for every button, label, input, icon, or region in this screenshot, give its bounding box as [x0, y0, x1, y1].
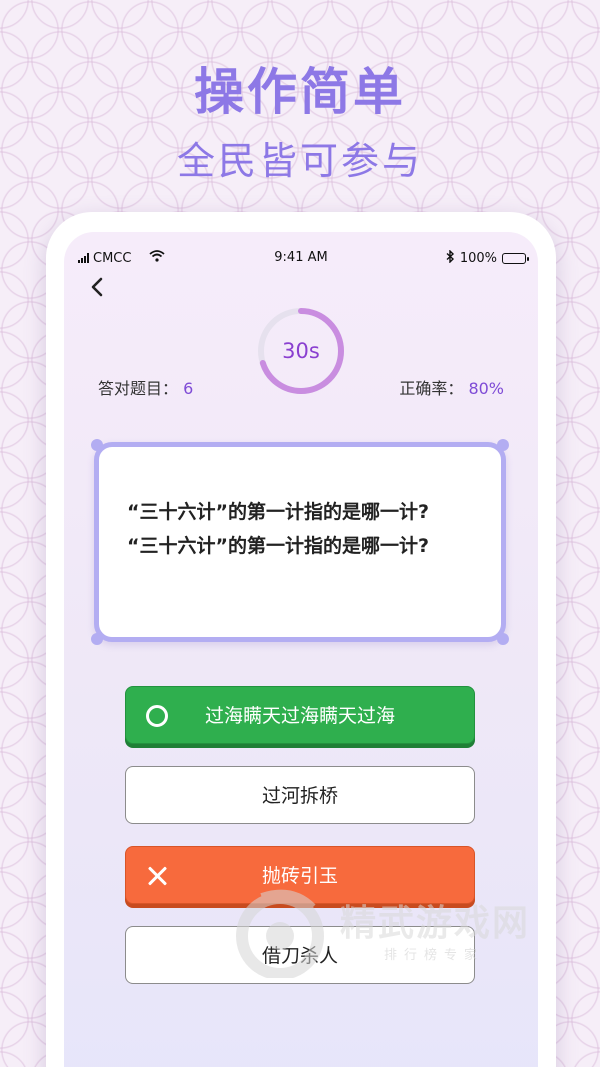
circle-icon: [146, 705, 168, 727]
answer-option[interactable]: 过河拆桥: [125, 766, 475, 824]
battery-icon: [502, 253, 529, 264]
accuracy-stat: 正确率： 80%: [399, 375, 504, 399]
correct-count-value: 6: [183, 379, 194, 398]
watermark-title: 精武游戏网: [340, 903, 531, 944]
status-bar: CMCC 9:41 AM 100%: [64, 249, 538, 270]
watermark: 精武游戏网 排行榜专家: [232, 884, 592, 984]
countdown-timer: 30s: [256, 306, 346, 396]
timer-label: 30s: [282, 339, 320, 363]
answer-option-label: 过海瞒天过海瞒天过海: [204, 705, 395, 727]
promo-subheadline: 全民皆可参与: [176, 139, 423, 183]
x-icon: [146, 865, 168, 887]
accuracy-label: 正确率：: [399, 379, 464, 398]
answer-option-label: 过河拆桥: [261, 785, 338, 807]
question-card: “三十六计”的第一计指的是哪一计? “三十六计”的第一计指的是哪一计?: [91, 439, 509, 645]
bluetooth-icon: [446, 249, 455, 267]
watermark-subtitle: 排行榜专家: [384, 948, 485, 963]
card-corner: [497, 439, 509, 451]
card-corner: [497, 633, 509, 645]
accuracy-value: 80%: [468, 379, 504, 398]
back-arrow-icon[interactable]: [86, 272, 110, 302]
card-corner: [91, 439, 103, 451]
status-right: 100%: [446, 249, 529, 267]
promo-headline: 操作简单: [194, 63, 406, 121]
correct-count-stat: 答对题目： 6: [98, 375, 193, 399]
card-corner: [91, 633, 103, 645]
question-text-line: “三十六计”的第一计指的是哪一计?: [127, 501, 429, 523]
question-text-line: “三十六计”的第一计指的是哪一计?: [127, 535, 429, 557]
watermark-logo-icon: [236, 889, 324, 978]
battery-label: 100%: [459, 251, 497, 266]
answer-option-correct[interactable]: 过海瞒天过海瞒天过海: [125, 686, 475, 744]
correct-count-label: 答对题目：: [98, 379, 179, 398]
